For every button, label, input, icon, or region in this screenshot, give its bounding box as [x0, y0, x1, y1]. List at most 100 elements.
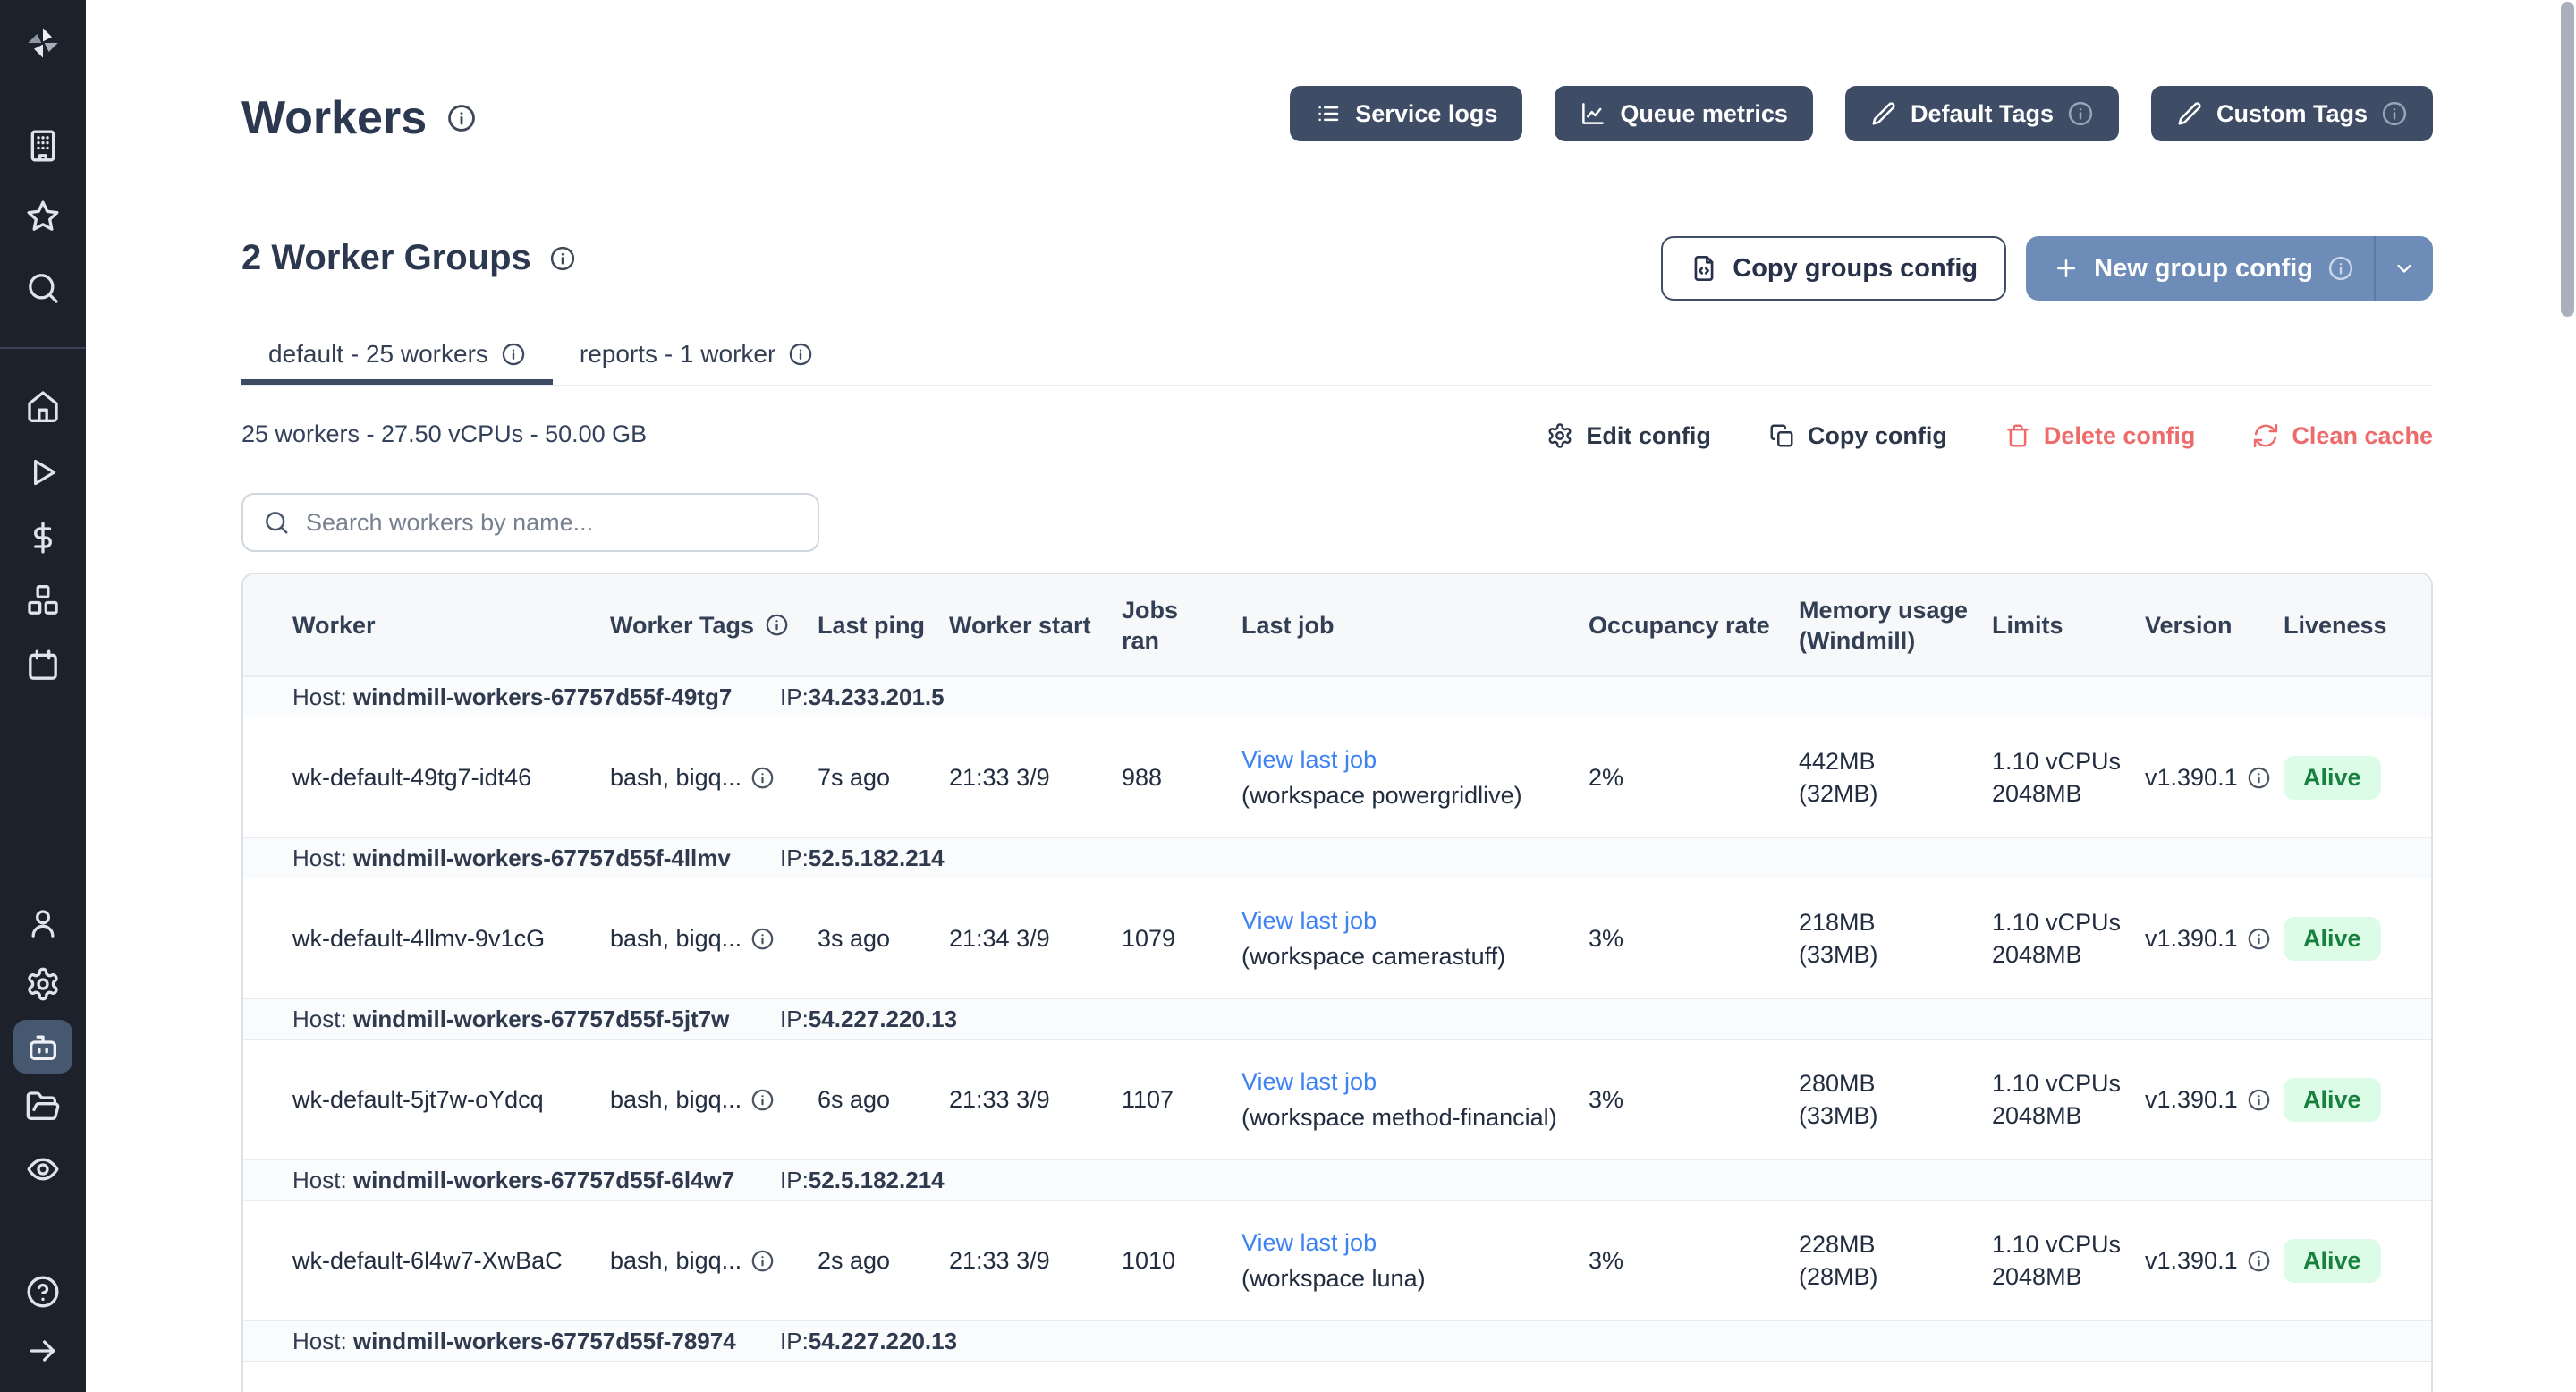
info-icon[interactable]	[788, 342, 813, 367]
view-last-job-link[interactable]: View last job	[1241, 904, 1571, 937]
search-input[interactable]	[304, 508, 818, 538]
host-ip: IP:52.5.182.214	[780, 1167, 945, 1194]
worker-start: 21:34 3/9	[949, 925, 1122, 953]
info-icon[interactable]	[2381, 100, 2408, 127]
info-icon[interactable]	[446, 103, 477, 133]
service-logs-button[interactable]: Service logs	[1290, 86, 1522, 141]
info-icon[interactable]	[2247, 1088, 2271, 1112]
group-summary: 25 workers - 27.50 vCPUs - 50.00 GB	[242, 420, 647, 448]
host-ip: IP:54.227.220.13	[780, 1328, 957, 1355]
info-icon[interactable]	[2327, 255, 2354, 282]
info-icon[interactable]	[750, 766, 775, 790]
view-last-job-link[interactable]: View last job	[1241, 1226, 1571, 1259]
default-tags-button[interactable]: Default Tags	[1845, 86, 2119, 141]
worker-row: wk-default-6l4w7-XwBaCbash, bigq...2s ag…	[243, 1201, 2431, 1320]
last-ping: 3s ago	[818, 925, 949, 953]
liveness-badge: Alive	[2284, 756, 2381, 800]
copy-groups-config-button[interactable]: Copy groups config	[1661, 236, 2006, 301]
version: v1.390.1	[2145, 1086, 2284, 1114]
worker-start: 21:33 3/9	[949, 764, 1122, 792]
sidebar-item-workers[interactable]	[13, 1020, 72, 1074]
delete-config-button[interactable]: Delete config	[2004, 422, 2196, 450]
resources-boxes-icon[interactable]	[25, 582, 61, 618]
view-last-job-link[interactable]: View last job	[1241, 743, 1571, 776]
search-icon[interactable]	[25, 270, 61, 306]
info-icon[interactable]	[2067, 100, 2094, 127]
workspace-building-icon[interactable]	[25, 128, 61, 164]
new-group-config-dropdown[interactable]	[2376, 236, 2433, 301]
header-buttons: Service logs Queue metrics Default Tags …	[1290, 86, 2433, 141]
page-title: Workers	[242, 91, 477, 145]
copy-config-button[interactable]: Copy config	[1768, 422, 1947, 450]
chevron-down-icon	[2392, 256, 2417, 281]
tab-reports[interactable]: reports - 1 worker	[553, 329, 840, 385]
vertical-scrollbar-thumb[interactable]	[2561, 2, 2574, 317]
jobs-ran: 988	[1122, 764, 1241, 792]
pencil-icon	[1870, 100, 1897, 127]
jobs-ran: 1010	[1122, 1247, 1241, 1275]
jobs-ran: 1079	[1122, 925, 1241, 953]
info-icon[interactable]	[750, 1088, 775, 1112]
user-icon[interactable]	[25, 905, 61, 941]
file-code-icon	[1690, 254, 1718, 283]
host-ip: IP:52.5.182.214	[780, 845, 945, 872]
home-icon[interactable]	[25, 388, 61, 424]
windmill-logo[interactable]	[25, 25, 61, 61]
column-header-last-ping: Last ping	[818, 610, 949, 641]
host-ip: IP:34.233.201.5	[780, 683, 945, 711]
limits: 1.10 vCPUs2048MB	[1992, 1228, 2145, 1293]
new-group-config-button[interactable]: New group config	[2026, 236, 2433, 301]
host-row: Host: windmill-workers-67757d55f-49tg7IP…	[243, 676, 2431, 717]
liveness-badge: Alive	[2284, 917, 2381, 961]
info-icon[interactable]	[2247, 927, 2271, 951]
liveness-badge: Alive	[2284, 1078, 2381, 1122]
info-icon[interactable]	[750, 927, 775, 951]
worker-group-tabs: default - 25 workers reports - 1 worker	[242, 329, 2433, 386]
memory-usage: 218MB(33MB)	[1799, 906, 1992, 971]
workers-table: WorkerWorker TagsLast pingWorker startJo…	[242, 573, 2433, 1392]
plus-icon	[2053, 255, 2080, 282]
info-icon[interactable]	[549, 245, 576, 272]
version: v1.390.1	[2145, 925, 2284, 953]
folders-icon[interactable]	[25, 1089, 61, 1125]
list-icon	[1315, 100, 1342, 127]
worker-name: wk-default-6l4w7-XwBaC	[292, 1247, 610, 1275]
last-job: View last job(workspace powergridlive)	[1241, 743, 1589, 811]
last-job-workspace: (workspace method-financial)	[1241, 1101, 1571, 1133]
column-header-worker-tags: Worker Tags	[610, 610, 818, 641]
edit-config-button[interactable]: Edit config	[1546, 422, 1710, 450]
schedules-calendar-icon[interactable]	[25, 648, 61, 683]
expand-sidebar-arrow-icon[interactable]	[25, 1333, 61, 1369]
last-ping: 7s ago	[818, 764, 949, 792]
column-header-occupancy-rate: Occupancy rate	[1589, 610, 1799, 641]
audit-eye-icon[interactable]	[25, 1151, 61, 1187]
custom-tags-button[interactable]: Custom Tags	[2151, 86, 2433, 141]
liveness: Alive	[2284, 917, 2431, 961]
config-actions: Edit config Copy config Delete config Cl…	[1546, 412, 2433, 460]
runs-play-icon[interactable]	[25, 454, 61, 490]
info-icon[interactable]	[2247, 1249, 2271, 1273]
last-job-workspace: (workspace luna)	[1241, 1262, 1571, 1294]
column-header-limits: Limits	[1992, 610, 2145, 641]
view-last-job-link[interactable]: View last job	[1241, 1065, 1571, 1098]
clean-cache-button[interactable]: Clean cache	[2252, 422, 2433, 450]
worker-row: wk-default-4llmv-9v1cGbash, bigq...3s ag…	[243, 878, 2431, 998]
info-icon[interactable]	[765, 613, 789, 637]
info-icon[interactable]	[2247, 766, 2271, 790]
dollar-icon[interactable]	[25, 520, 61, 556]
favorites-star-icon[interactable]	[25, 199, 61, 234]
worker-tags: bash, bigq...	[610, 925, 818, 953]
help-icon[interactable]	[25, 1274, 61, 1310]
limits: 1.10 vCPUs2048MB	[1992, 745, 2145, 810]
tab-default[interactable]: default - 25 workers	[242, 329, 553, 385]
info-icon[interactable]	[501, 342, 526, 367]
worker-name: wk-default-5jt7w-oYdcq	[292, 1086, 610, 1114]
queue-metrics-button[interactable]: Queue metrics	[1555, 86, 1813, 141]
column-header-liveness: Liveness	[2284, 610, 2431, 641]
occupancy-rate: 2%	[1589, 764, 1799, 792]
last-job: View last job(workspace luna)	[1241, 1226, 1589, 1294]
settings-gear-icon[interactable]	[25, 966, 61, 1002]
host-row: Host: windmill-workers-67757d55f-6l4w7IP…	[243, 1159, 2431, 1201]
column-header-worker-start: Worker start	[949, 610, 1122, 641]
info-icon[interactable]	[750, 1249, 775, 1273]
